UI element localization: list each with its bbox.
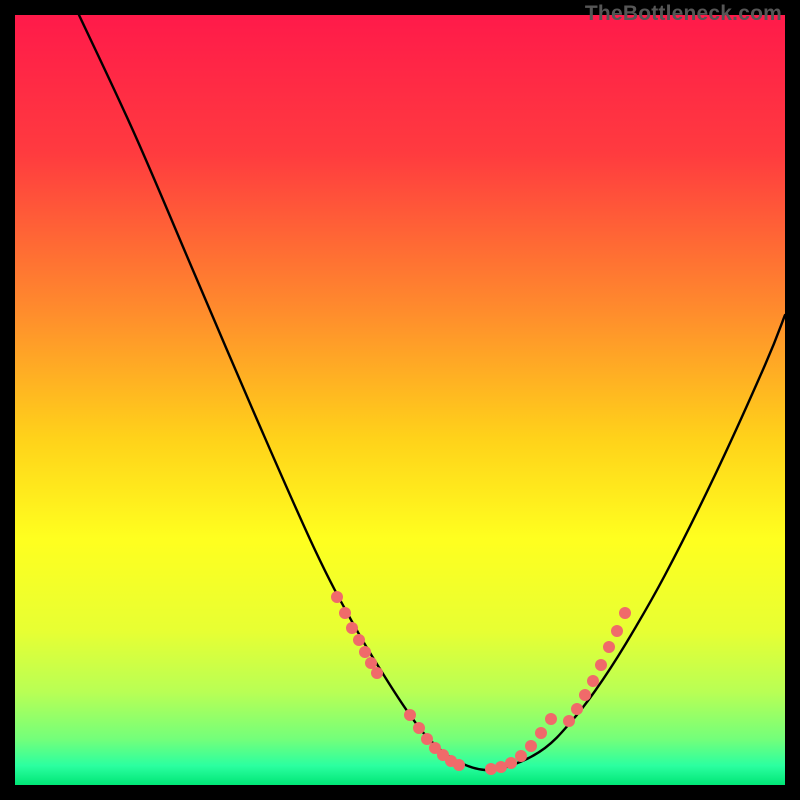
data-dot — [346, 622, 358, 634]
data-dot — [545, 713, 557, 725]
data-dot — [579, 689, 591, 701]
data-dot — [413, 722, 425, 734]
data-dot — [525, 740, 537, 752]
data-dot — [404, 709, 416, 721]
data-dot — [485, 763, 497, 775]
attribution-text: TheBottleneck.com — [585, 2, 782, 26]
data-dot — [421, 733, 433, 745]
data-dot — [571, 703, 583, 715]
data-dot — [339, 607, 351, 619]
data-dot — [587, 675, 599, 687]
data-dot — [619, 607, 631, 619]
chart-frame — [15, 15, 785, 785]
data-dot — [563, 715, 575, 727]
data-dot — [353, 634, 365, 646]
data-dot — [453, 759, 465, 771]
gradient-background — [15, 15, 785, 785]
data-dot — [515, 750, 527, 762]
data-dot — [595, 659, 607, 671]
data-dot — [603, 641, 615, 653]
data-dot — [365, 657, 377, 669]
data-dot — [611, 625, 623, 637]
data-dot — [359, 646, 371, 658]
bottleneck-chart — [15, 15, 785, 785]
data-dot — [331, 591, 343, 603]
data-dot — [505, 757, 517, 769]
data-dot — [371, 667, 383, 679]
data-dot — [535, 727, 547, 739]
